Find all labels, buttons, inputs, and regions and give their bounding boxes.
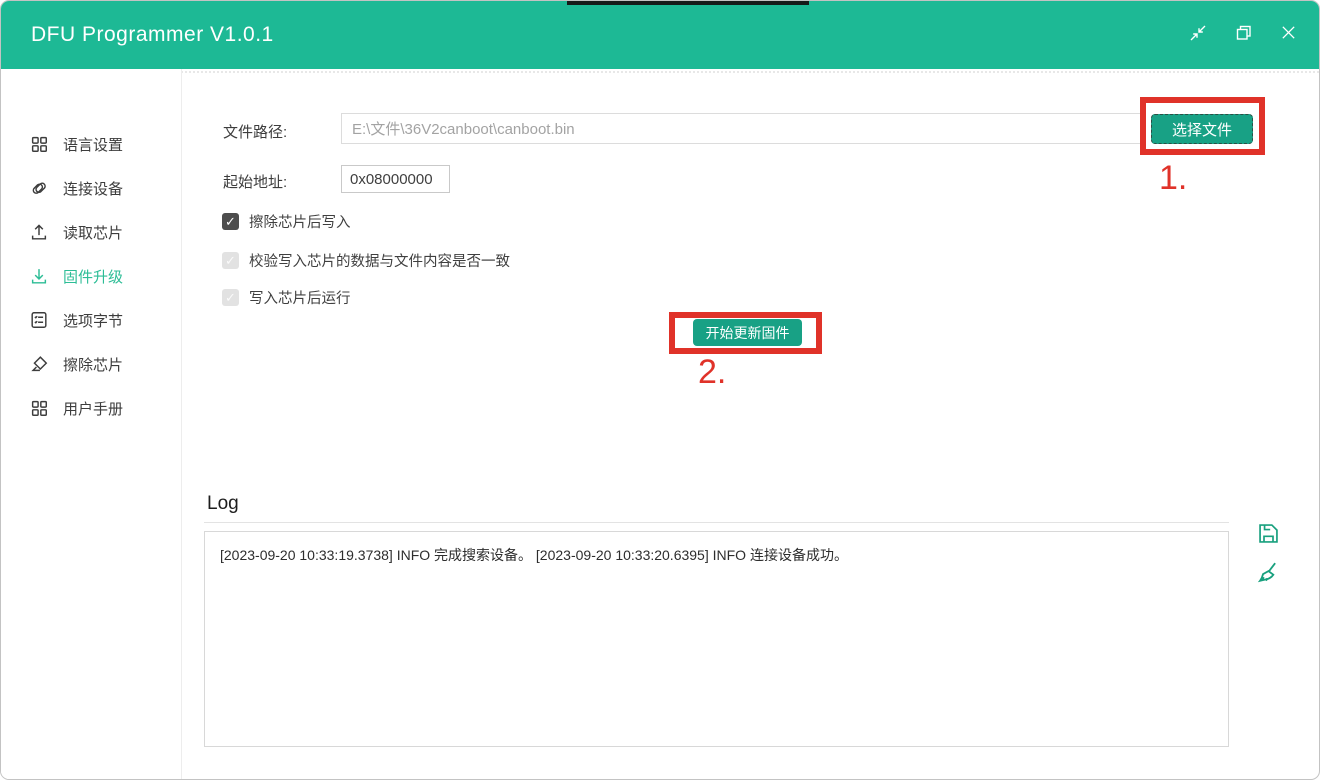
eraser-icon — [28, 353, 50, 375]
sidebar-item-label: 读取芯片 — [63, 222, 123, 243]
sidebar: 语言设置 连接设备 读取芯片 — [1, 69, 182, 779]
save-log-button[interactable] — [1253, 521, 1283, 551]
checkbox-run-after-write — [222, 289, 239, 306]
sidebar-item-label: 选项字节 — [63, 310, 123, 331]
titlebar: DFU Programmer V1.0.1 — [1, 1, 1319, 69]
select-file-button[interactable]: 选择文件 — [1151, 114, 1253, 144]
file-path-label: 文件路径: — [223, 121, 287, 142]
annotation-number-step1: 1. — [1159, 159, 1187, 198]
checkbox-row-verify-data: 校验写入芯片的数据与文件内容是否一致 — [222, 250, 510, 271]
checkbox-verify-data — [222, 252, 239, 269]
overlapping-squares-icon — [1234, 23, 1253, 47]
start-address-label: 起始地址: — [223, 171, 287, 192]
sidebar-item-language-settings[interactable]: 语言设置 — [1, 122, 181, 166]
checklist-icon — [28, 309, 50, 331]
download-icon — [28, 265, 50, 287]
checkbox-row-run-after-write: 写入芯片后运行 — [222, 287, 351, 308]
sidebar-item-label: 连接设备 — [63, 178, 123, 199]
checkbox-label: 校验写入芯片的数据与文件内容是否一致 — [249, 250, 510, 271]
sidebar-item-user-manual[interactable]: 用户手册 — [1, 386, 181, 430]
window-title: DFU Programmer V1.0.1 — [31, 23, 274, 47]
maximize-button[interactable] — [1226, 18, 1260, 52]
log-divider — [204, 522, 1229, 523]
sidebar-item-option-bytes[interactable]: 选项字节 — [1, 298, 181, 342]
clear-log-button[interactable] — [1253, 561, 1283, 591]
checkbox-erase-before-write[interactable] — [222, 213, 239, 230]
checkbox-label: 擦除芯片后写入 — [249, 211, 351, 232]
file-path-input[interactable] — [341, 113, 1142, 144]
sidebar-item-erase-chip[interactable]: 擦除芯片 — [1, 342, 181, 386]
app-window: DFU Programmer V1.0.1 — [0, 0, 1320, 780]
sidebar-item-read-chip[interactable]: 读取芯片 — [1, 210, 181, 254]
window-controls — [1181, 1, 1305, 69]
background-window-artifact — [567, 1, 809, 5]
upload-icon — [28, 221, 50, 243]
start-update-firmware-button[interactable]: 开始更新固件 — [693, 319, 802, 346]
sidebar-item-label: 用户手册 — [63, 398, 123, 419]
checkbox-row-erase-before-write: 擦除芯片后写入 — [222, 211, 351, 232]
sidebar-item-label: 语言设置 — [63, 134, 123, 155]
link-icon — [28, 177, 50, 199]
sidebar-item-label: 擦除芯片 — [63, 354, 123, 375]
sidebar-item-connect-device[interactable]: 连接设备 — [1, 166, 181, 210]
log-output[interactable]: [2023-09-20 10:33:19.3738] INFO 完成搜索设备。 … — [204, 531, 1229, 747]
save-floppy-icon — [1255, 520, 1282, 552]
broom-icon — [1254, 559, 1283, 593]
close-x-icon — [1280, 24, 1297, 46]
start-address-input[interactable] — [341, 165, 450, 193]
log-toolbar — [1253, 521, 1283, 591]
grid-icon — [28, 397, 50, 419]
checkbox-label: 写入芯片后运行 — [249, 287, 351, 308]
annotation-number-step2: 2. — [698, 353, 726, 392]
grid-icon — [28, 133, 50, 155]
close-button[interactable] — [1271, 18, 1305, 52]
minimize-button[interactable] — [1181, 18, 1215, 52]
sidebar-item-firmware-upgrade[interactable]: 固件升级 — [1, 254, 181, 298]
main-panel: 文件路径: 选择文件 起始地址: 擦除芯片后写入 校验写入芯片的数据与文件内容是… — [182, 69, 1319, 779]
sidebar-item-label: 固件升级 — [63, 266, 123, 287]
collapse-arrows-icon — [1189, 24, 1207, 47]
log-heading: Log — [207, 493, 239, 515]
